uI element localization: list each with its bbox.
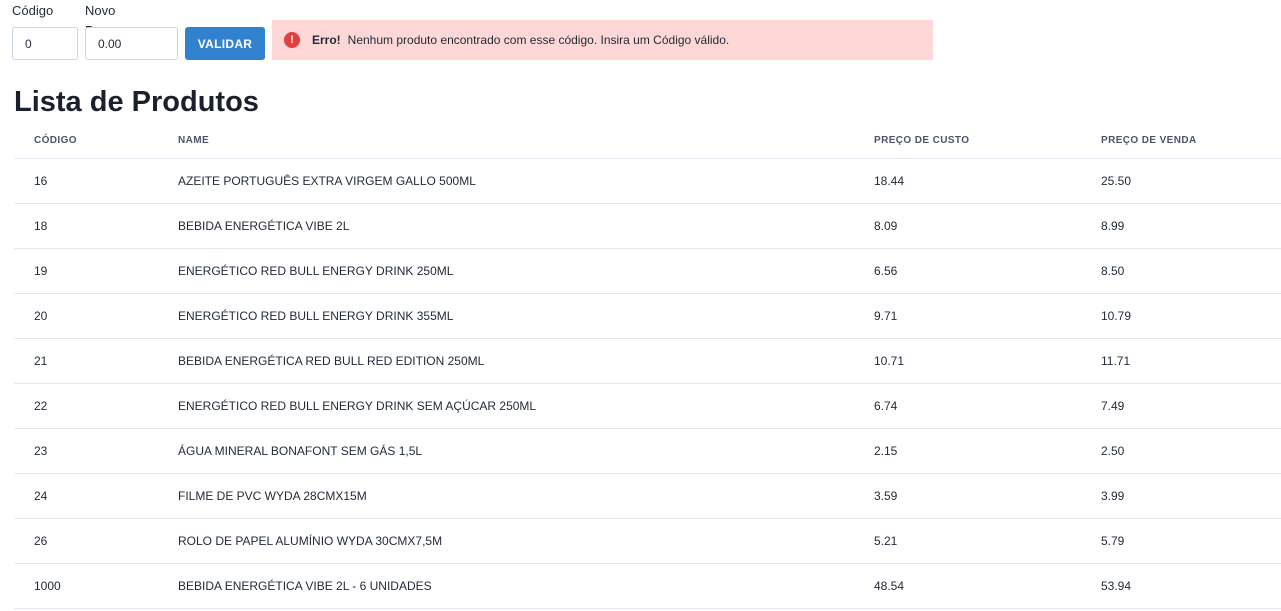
cell-preco-custo: 9.71: [874, 293, 1101, 339]
cell-preco-custo: 2.15: [874, 428, 1101, 474]
cell-preco-venda: 3.99: [1101, 473, 1281, 519]
cell-codigo: 21: [14, 338, 178, 384]
cell-codigo: 26: [14, 518, 178, 564]
cell-preco-venda: 5.79: [1101, 518, 1281, 564]
products-table-container: CÓDIGO NAME PREÇO DE CUSTO PREÇO DE VEND…: [14, 122, 1281, 609]
cell-codigo: 1000: [14, 563, 178, 609]
validar-button[interactable]: VALIDAR: [185, 27, 265, 60]
cell-preco-custo: 6.74: [874, 383, 1101, 429]
header-preco-custo: PREÇO DE CUSTO: [874, 122, 1101, 159]
table-row: 1000 BEBIDA ENERGÉTICA VIBE 2L - 6 UNIDA…: [14, 563, 1281, 609]
cell-codigo: 24: [14, 473, 178, 519]
error-alert: ! Erro! Nenhum produto encontrado com es…: [272, 20, 933, 60]
cell-preco-venda: 8.50: [1101, 248, 1281, 294]
page-title: Lista de Produtos: [14, 86, 259, 118]
cell-preco-venda: 8.99: [1101, 203, 1281, 249]
cell-name: FILME DE PVC WYDA 28CMX15M: [178, 473, 874, 519]
header-name: NAME: [178, 122, 874, 159]
table-row: 22 ENERGÉTICO RED BULL ENERGY DRINK SEM …: [14, 383, 1281, 429]
table-row: 24 FILME DE PVC WYDA 28CMX15M 3.59 3.99: [14, 473, 1281, 519]
cell-preco-venda: 25.50: [1101, 158, 1281, 204]
cell-preco-venda: 11.71: [1101, 338, 1281, 384]
cell-codigo: 20: [14, 293, 178, 339]
table-row: 16 AZEITE PORTUGUÊS EXTRA VIRGEM GALLO 5…: [14, 158, 1281, 204]
table-row: 21 BEBIDA ENERGÉTICA RED BULL RED EDITIO…: [14, 338, 1281, 384]
table-row: 18 BEBIDA ENERGÉTICA VIBE 2L 8.09 8.99: [14, 203, 1281, 249]
cell-name: AZEITE PORTUGUÊS EXTRA VIRGEM GALLO 500M…: [178, 158, 874, 204]
cell-preco-venda: 10.79: [1101, 293, 1281, 339]
novo-preco-field-group: Novo Preço: [85, 0, 178, 60]
header-codigo: CÓDIGO: [14, 122, 178, 159]
table-row: 23 ÁGUA MINERAL BONAFONT SEM GÁS 1,5L 2.…: [14, 428, 1281, 474]
error-icon: !: [284, 32, 300, 48]
header-preco-venda: PREÇO DE VENDA: [1101, 122, 1281, 159]
table-header-row: CÓDIGO NAME PREÇO DE CUSTO PREÇO DE VEND…: [14, 122, 1281, 159]
table-row: 19 ENERGÉTICO RED BULL ENERGY DRINK 250M…: [14, 248, 1281, 294]
cell-codigo: 19: [14, 248, 178, 294]
cell-name: ÁGUA MINERAL BONAFONT SEM GÁS 1,5L: [178, 428, 874, 474]
cell-name: ENERGÉTICO RED BULL ENERGY DRINK SEM AÇÚ…: [178, 383, 874, 429]
cell-preco-custo: 10.71: [874, 338, 1101, 384]
cell-name: BEBIDA ENERGÉTICA RED BULL RED EDITION 2…: [178, 338, 874, 384]
codigo-label: Código: [12, 3, 54, 18]
cell-name: BEBIDA ENERGÉTICA VIBE 2L - 6 UNIDADES: [178, 563, 874, 609]
alert-title: Erro!: [312, 33, 341, 47]
alert-description: Nenhum produto encontrado com esse códig…: [347, 33, 730, 47]
codigo-input[interactable]: [12, 27, 78, 60]
cell-codigo: 16: [14, 158, 178, 204]
cell-preco-venda: 53.94: [1101, 563, 1281, 609]
cell-name: ENERGÉTICO RED BULL ENERGY DRINK 250ML: [178, 248, 874, 294]
novo-preco-label: Novo Preço: [85, 3, 119, 38]
cell-preco-custo: 3.59: [874, 473, 1101, 519]
cell-preco-custo: 5.21: [874, 518, 1101, 564]
cell-preco-custo: 18.44: [874, 158, 1101, 204]
cell-preco-venda: 2.50: [1101, 428, 1281, 474]
codigo-field-group: Código: [12, 0, 78, 60]
table-row: 20 ENERGÉTICO RED BULL ENERGY DRINK 355M…: [14, 293, 1281, 339]
products-table: CÓDIGO NAME PREÇO DE CUSTO PREÇO DE VEND…: [14, 122, 1281, 609]
table-row: 26 ROLO DE PAPEL ALUMÍNIO WYDA 30CMX7,5M…: [14, 518, 1281, 564]
cell-codigo: 18: [14, 203, 178, 249]
cell-name: ENERGÉTICO RED BULL ENERGY DRINK 355ML: [178, 293, 874, 339]
cell-preco-venda: 7.49: [1101, 383, 1281, 429]
cell-preco-custo: 8.09: [874, 203, 1101, 249]
cell-codigo: 22: [14, 383, 178, 429]
cell-name: ROLO DE PAPEL ALUMÍNIO WYDA 30CMX7,5M: [178, 518, 874, 564]
novo-preco-input[interactable]: [85, 27, 178, 60]
cell-preco-custo: 6.56: [874, 248, 1101, 294]
cell-name: BEBIDA ENERGÉTICA VIBE 2L: [178, 203, 874, 249]
cell-codigo: 23: [14, 428, 178, 474]
cell-preco-custo: 48.54: [874, 563, 1101, 609]
